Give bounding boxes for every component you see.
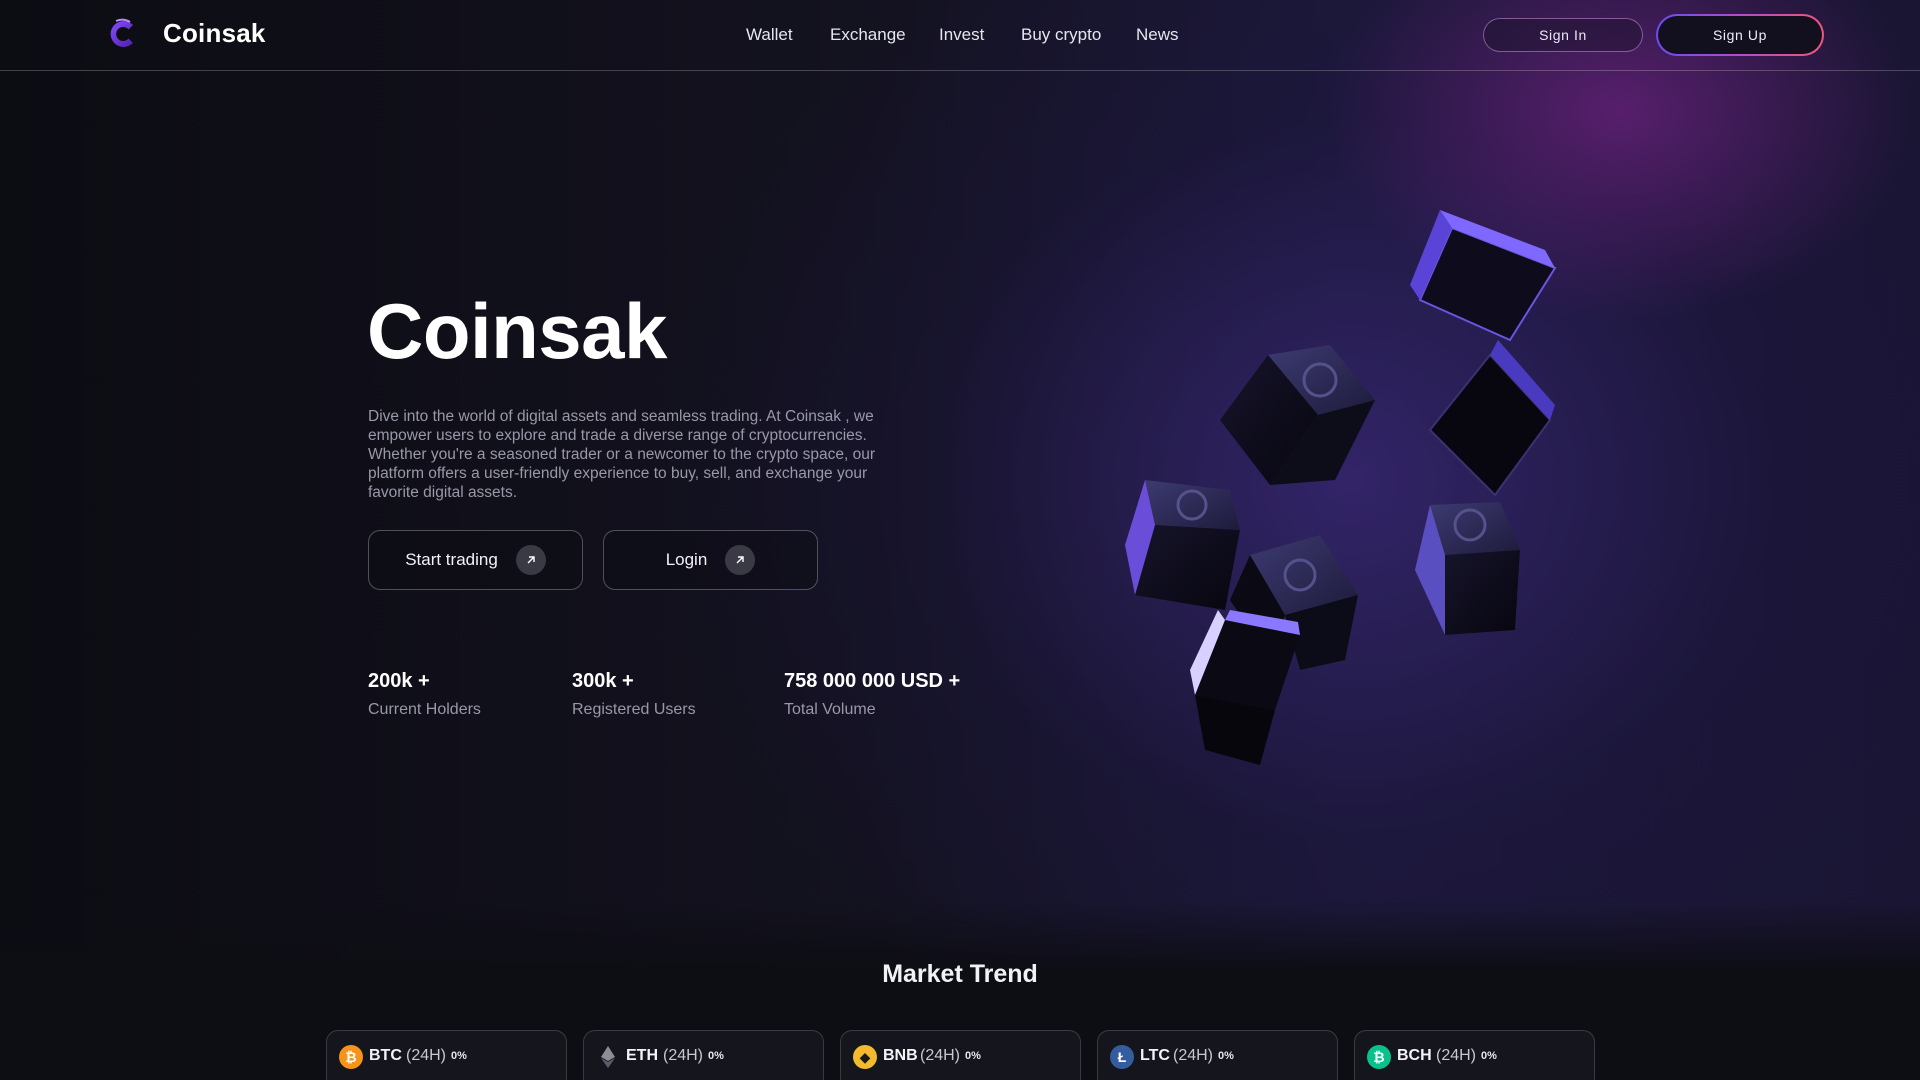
ticker-period: (24H) [920, 1047, 961, 1064]
arrow-up-right-icon [725, 545, 756, 575]
stat-holders-value: 200k + [368, 670, 430, 692]
ticker-change: 0% [708, 1050, 724, 1062]
ticker-period: (24H) [1436, 1047, 1477, 1064]
ticker-card-eth[interactable]: ETH (24H) 0% [583, 1030, 824, 1080]
ticker-change: 0% [451, 1050, 467, 1062]
nav-item-invest[interactable]: Invest [939, 25, 984, 45]
binance-icon: ◆ [853, 1045, 877, 1069]
ticker-card-bnb[interactable]: ◆ BNB (24H) 0% [840, 1030, 1081, 1080]
login-label: Login [665, 550, 708, 569]
start-trading-label: Start trading [405, 550, 498, 569]
stat-holders-label: Current Holders [368, 701, 481, 718]
nav-item-wallet[interactable]: Wallet [746, 25, 793, 45]
hero-title: Coinsak [367, 287, 667, 375]
bitcoin-cash-icon: ₿ [1367, 1045, 1391, 1069]
login-button[interactable]: Login [603, 530, 818, 590]
cube [1220, 345, 1375, 485]
sign-in-button[interactable]: Sign In [1483, 18, 1643, 52]
ticker-card-ltc[interactable]: Ł LTC (24H) 0% [1097, 1030, 1338, 1080]
market-trend-title: Market Trend [882, 960, 1038, 988]
cube [1125, 480, 1240, 610]
nav-item-news[interactable]: News [1136, 25, 1179, 45]
ticker-change: 0% [1218, 1050, 1234, 1062]
ticker-period: (24H) [663, 1047, 704, 1064]
nav-item-exchange[interactable]: Exchange [830, 25, 906, 45]
site-header: Coinsak Wallet Exchange Invest Buy crypt… [0, 0, 1920, 71]
stat-volume-label: Total Volume [784, 701, 876, 718]
cube [1415, 502, 1520, 635]
cube [1410, 210, 1557, 342]
ticker-change: 0% [1481, 1050, 1497, 1062]
ticker-symbol: ETH [626, 1047, 658, 1064]
ticker-card-bch[interactable]: ₿ BCH (24H) 0% [1354, 1030, 1595, 1080]
ticker-symbol: BTC [369, 1047, 402, 1064]
nav-item-buy-crypto[interactable]: Buy crypto [1021, 25, 1101, 45]
sign-up-label: Sign Up [1658, 16, 1822, 54]
stat-users-value: 300k + [572, 670, 634, 692]
cube [1428, 340, 1555, 497]
ticker-period: (24H) [406, 1047, 447, 1064]
stat-users-label: Registered Users [572, 701, 696, 718]
litecoin-icon: Ł [1110, 1045, 1134, 1069]
ticker-change: 0% [965, 1050, 981, 1062]
arrow-up-right-icon [515, 545, 546, 575]
ticker-card-btc[interactable]: ₿ BTC (24H) 0% [326, 1030, 567, 1080]
stat-volume-value: 758 000 000 USD + [784, 670, 961, 692]
ticker-symbol: BCH [1397, 1047, 1432, 1064]
bitcoin-icon: ₿ [339, 1045, 363, 1069]
ticker-period: (24H) [1173, 1047, 1214, 1064]
hero-description: Dive into the world of digital assets an… [368, 408, 875, 501]
sign-up-button[interactable]: Sign Up [1656, 14, 1824, 56]
cubes-illustration [1125, 210, 1557, 765]
ticker-symbol: BNB [883, 1047, 918, 1064]
start-trading-button[interactable]: Start trading [368, 530, 583, 590]
ticker-symbol: LTC [1140, 1047, 1170, 1064]
cube [1190, 610, 1300, 765]
ethereum-icon [596, 1045, 620, 1069]
